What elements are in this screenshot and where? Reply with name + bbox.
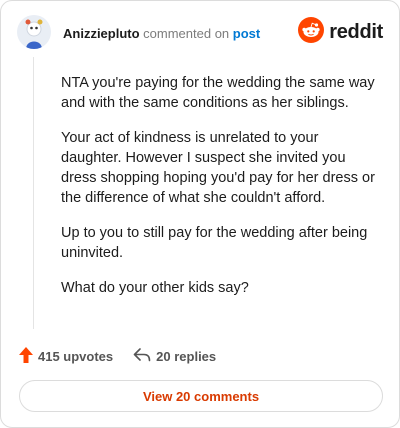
comment-paragraph: Up to you to still pay for the wedding a… bbox=[61, 225, 368, 261]
upvote-button[interactable]: 415 upvotes bbox=[19, 346, 114, 366]
upvote-count: 415 upvotes bbox=[38, 348, 114, 364]
view-comments-button[interactable]: View 20 comments bbox=[19, 380, 383, 412]
avatar[interactable] bbox=[17, 15, 51, 49]
upvote-icon bbox=[19, 346, 33, 366]
username[interactable]: Anizziepluto bbox=[63, 26, 140, 41]
thread-line bbox=[33, 57, 34, 329]
reddit-logo[interactable]: reddit bbox=[298, 16, 383, 48]
byline: Anizziepluto commented on post bbox=[63, 26, 260, 41]
replies-count: 20 replies bbox=[156, 348, 217, 364]
comment-paragraph: What do your other kids say? bbox=[61, 280, 249, 296]
replies-button[interactable]: 20 replies bbox=[133, 347, 217, 365]
comment-paragraph: NTA you're paying for the wedding the sa… bbox=[61, 75, 375, 111]
comment-paragraph: Your act of kindness is unrelated to you… bbox=[61, 130, 375, 206]
reddit-logo-text: reddit bbox=[329, 20, 383, 43]
reddit-logo-icon bbox=[298, 16, 325, 48]
post-link[interactable]: post bbox=[233, 26, 260, 41]
comment-card: Anizziepluto commented on post reddit NT… bbox=[0, 0, 400, 428]
byline-verb: commented on bbox=[143, 26, 230, 41]
comment-body: NTA you're paying for the wedding the sa… bbox=[61, 73, 381, 313]
comment-actions: 415 upvotes 20 replies bbox=[19, 346, 236, 366]
comment-header: Anizziepluto commented on post reddit bbox=[17, 15, 383, 51]
reply-icon bbox=[133, 347, 151, 365]
